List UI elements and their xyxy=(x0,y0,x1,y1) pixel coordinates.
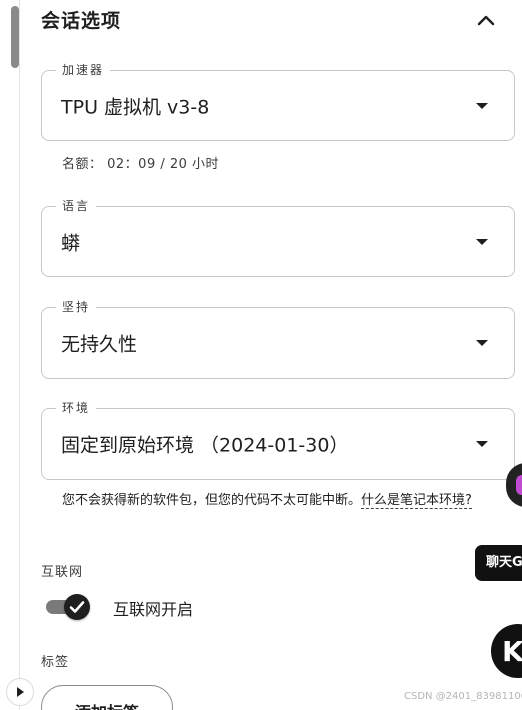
language-value: 蟒 xyxy=(61,232,81,254)
session-options-panel: 会话选项 加速器 TPU 虚拟机 v3-8 名额： 02：09 / 20 小时 … xyxy=(0,0,522,710)
environment-note: 您不会获得新的软件包，但您的代码不太可能中断。什么是笔记本环境? xyxy=(62,490,502,512)
floating-k-button[interactable]: K xyxy=(491,624,522,678)
tags-heading: 标签 xyxy=(41,655,70,670)
accelerator-select[interactable]: 加速器 TPU 虚拟机 v3-8 xyxy=(41,62,515,141)
persistence-value: 无持久性 xyxy=(61,333,138,356)
check-icon xyxy=(69,601,85,613)
accelerator-label: 加速器 xyxy=(56,62,111,78)
dropdown-arrow-icon xyxy=(476,238,488,245)
expand-panel-button[interactable] xyxy=(6,678,34,706)
environment-value: 固定到原始环境 （2024-01-30） xyxy=(61,434,349,457)
environment-select[interactable]: 环境 固定到原始环境 （2024-01-30） xyxy=(41,400,515,480)
internet-toggle[interactable] xyxy=(46,594,92,620)
quota-text: 名额： 02：09 / 20 小时 xyxy=(62,157,220,172)
watermark: CSDN @2401_83981106 xyxy=(404,691,522,702)
scrollbar-thumb[interactable] xyxy=(11,6,19,68)
add-tag-button[interactable]: 添加标签 xyxy=(41,685,173,710)
dropdown-arrow-icon xyxy=(476,340,488,346)
persistence-label: 坚持 xyxy=(56,299,97,315)
dropdown-arrow-icon xyxy=(476,441,488,447)
language-select[interactable]: 语言 蟒 xyxy=(41,198,515,277)
dropdown-arrow-icon xyxy=(476,102,488,109)
environment-note-text: 您不会获得新的软件包，但您的代码不太可能中断。 xyxy=(62,493,362,508)
persistence-select[interactable]: 坚持 无持久性 xyxy=(41,299,515,379)
toggle-knob xyxy=(64,594,90,620)
internet-heading: 互联网 xyxy=(41,565,84,580)
internet-toggle-label: 互联网开启 xyxy=(113,600,194,619)
collapse-section-button[interactable] xyxy=(472,6,500,34)
language-label: 语言 xyxy=(56,198,97,214)
chat-tooltip[interactable]: 聊天G xyxy=(475,545,522,581)
environment-label: 环境 xyxy=(56,400,97,416)
left-rail xyxy=(19,0,20,710)
accelerator-value: TPU 虚拟机 v3-8 xyxy=(61,96,210,118)
chevron-up-icon xyxy=(477,15,495,26)
play-arrow-icon xyxy=(17,687,24,697)
environment-help-link[interactable]: 什么是笔记本环境? xyxy=(361,493,472,509)
section-title: 会话选项 xyxy=(41,10,122,32)
